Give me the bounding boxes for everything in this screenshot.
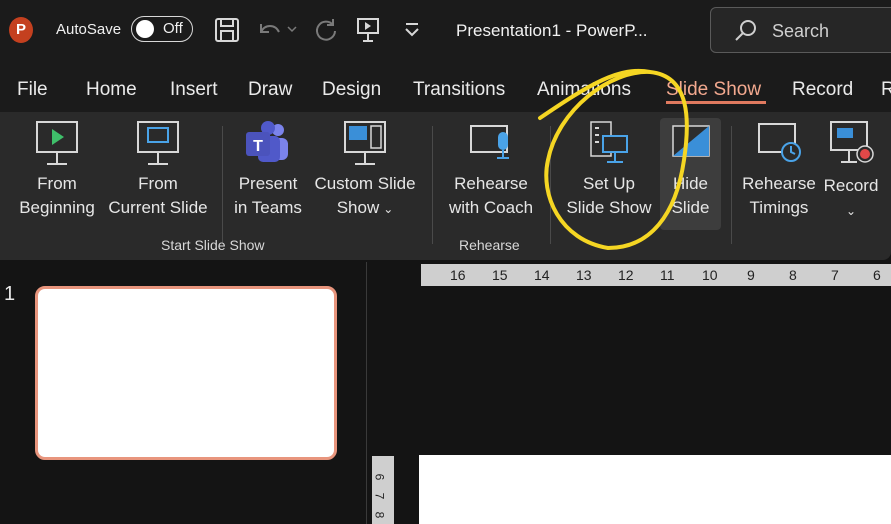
from-current-label-2: Current Slide <box>108 198 208 217</box>
rehearse-coach-label-1: Rehearse <box>454 174 528 193</box>
customize-toolbar-icon[interactable] <box>398 16 426 44</box>
slide-canvas[interactable] <box>419 455 891 524</box>
ruler-tick: 11 <box>660 267 675 283</box>
tab-home[interactable]: Home <box>86 79 137 101</box>
hide-slide-button[interactable]: Hide Slide <box>660 118 721 220</box>
ruler-tick: 8 <box>789 267 797 283</box>
from-current-slide-icon <box>137 121 179 165</box>
ruler-tick: 16 <box>450 267 466 283</box>
undo-dropdown-chevron-icon[interactable] <box>286 24 298 34</box>
chevron-down-icon: ⌄ <box>383 202 394 216</box>
powerpoint-logo-icon: P <box>9 17 33 43</box>
save-icon[interactable] <box>213 16 241 44</box>
ribbon-separator <box>432 126 433 244</box>
vertical-ruler: 6 7 8 <box>372 456 394 524</box>
tab-draw[interactable]: Draw <box>248 79 292 101</box>
group-label-start-slide-show: Start Slide Show <box>161 237 265 253</box>
ruler-tick: 6 <box>873 267 881 283</box>
ruler-tick: 13 <box>576 267 592 283</box>
ruler-tick: 7 <box>831 267 839 283</box>
present-in-teams-button[interactable]: T Present in Teams <box>228 118 308 220</box>
tab-review-partial[interactable]: R <box>881 79 891 101</box>
hide-slide-label-1: Hide <box>673 174 708 193</box>
custom-slide-show-button[interactable]: Custom Slide Show ⌄ <box>308 118 422 221</box>
tab-record[interactable]: Record <box>792 79 853 101</box>
from-beginning-button[interactable]: From Beginning <box>12 118 102 220</box>
horizontal-ruler: 16 15 14 13 12 11 10 9 8 7 6 <box>421 264 891 286</box>
record-label: Record <box>823 176 879 195</box>
group-label-rehearse: Rehearse <box>459 237 520 253</box>
tab-transitions[interactable]: Transitions <box>413 79 505 101</box>
rehearse-coach-icon <box>470 125 509 159</box>
slide-thumbnail[interactable] <box>35 286 337 460</box>
panel-divider <box>366 262 367 524</box>
custom-slide-show-label-2: Show ⌄ <box>336 198 394 217</box>
set-up-slide-show-icon <box>590 121 628 163</box>
ruler-tick: 9 <box>747 267 755 283</box>
document-title: Presentation1 - PowerP... <box>456 21 648 40</box>
ribbon-separator <box>731 126 732 244</box>
ruler-tick: 14 <box>534 267 550 283</box>
ruler-tick: 12 <box>618 267 634 283</box>
ribbon-separator <box>222 126 223 244</box>
record-button[interactable]: Record ⌄ <box>820 118 882 223</box>
tab-file[interactable]: File <box>17 79 48 101</box>
ribbon-separator <box>550 126 551 244</box>
set-up-slide-show-button[interactable]: Set Up Slide Show <box>560 118 658 220</box>
present-teams-label-2: in Teams <box>234 198 302 217</box>
set-up-label-2: Slide Show <box>566 198 652 217</box>
search-box[interactable]: Search <box>710 7 891 53</box>
teams-icon: T <box>246 121 288 162</box>
ribbon-tabs: File Home Insert Draw Design Transitions… <box>0 62 891 112</box>
undo-icon[interactable] <box>255 16 283 44</box>
tab-design[interactable]: Design <box>322 79 381 101</box>
rehearse-timings-icon <box>758 123 801 162</box>
rehearse-timings-button[interactable]: Rehearse Timings <box>738 118 820 220</box>
vertical-ruler-tick: 7 <box>372 492 387 500</box>
active-tab-underline <box>666 101 766 104</box>
rehearse-coach-label-2: with Coach <box>448 198 534 217</box>
record-icon <box>830 121 874 163</box>
vertical-ruler-tick: 8 <box>372 511 387 519</box>
toggle-knob <box>136 20 154 38</box>
vertical-ruler-tick: 6 <box>372 473 387 481</box>
slide-number: 1 <box>4 283 16 305</box>
ruler-tick: 10 <box>702 267 718 283</box>
rehearse-timings-label-1: Rehearse <box>742 174 816 193</box>
hide-slide-icon <box>671 125 710 157</box>
autosave-toggle[interactable]: Off <box>131 16 193 42</box>
svg-text:T: T <box>253 138 263 155</box>
from-beginning-label-1: From <box>37 174 77 193</box>
start-presentation-icon[interactable] <box>354 16 382 44</box>
search-placeholder: Search <box>772 21 830 41</box>
from-current-slide-button[interactable]: From Current Slide <box>104 118 212 220</box>
custom-slide-show-icon <box>344 121 386 165</box>
from-beginning-icon <box>36 121 78 165</box>
search-icon <box>735 20 756 41</box>
from-beginning-label-2: Beginning <box>19 198 95 217</box>
rehearse-with-coach-button[interactable]: Rehearse with Coach <box>442 118 540 220</box>
autosave-state: Off <box>163 20 183 37</box>
present-teams-label-1: Present <box>238 174 298 193</box>
hide-slide-label-2: Slide <box>671 198 710 217</box>
rehearse-timings-label-2: Timings <box>749 198 809 217</box>
set-up-label-1: Set Up <box>583 174 635 193</box>
record-chevron-down-icon: ⌄ <box>845 204 857 218</box>
tab-animations[interactable]: Animations <box>537 79 631 101</box>
tab-insert[interactable]: Insert <box>170 79 218 101</box>
ruler-tick: 15 <box>492 267 508 283</box>
autosave-label: AutoSave <box>56 21 122 38</box>
from-current-label-1: From <box>138 174 178 193</box>
custom-slide-show-label-1: Custom Slide <box>314 174 416 193</box>
tab-slide-show[interactable]: Slide Show <box>666 79 761 101</box>
redo-icon[interactable] <box>312 16 340 44</box>
